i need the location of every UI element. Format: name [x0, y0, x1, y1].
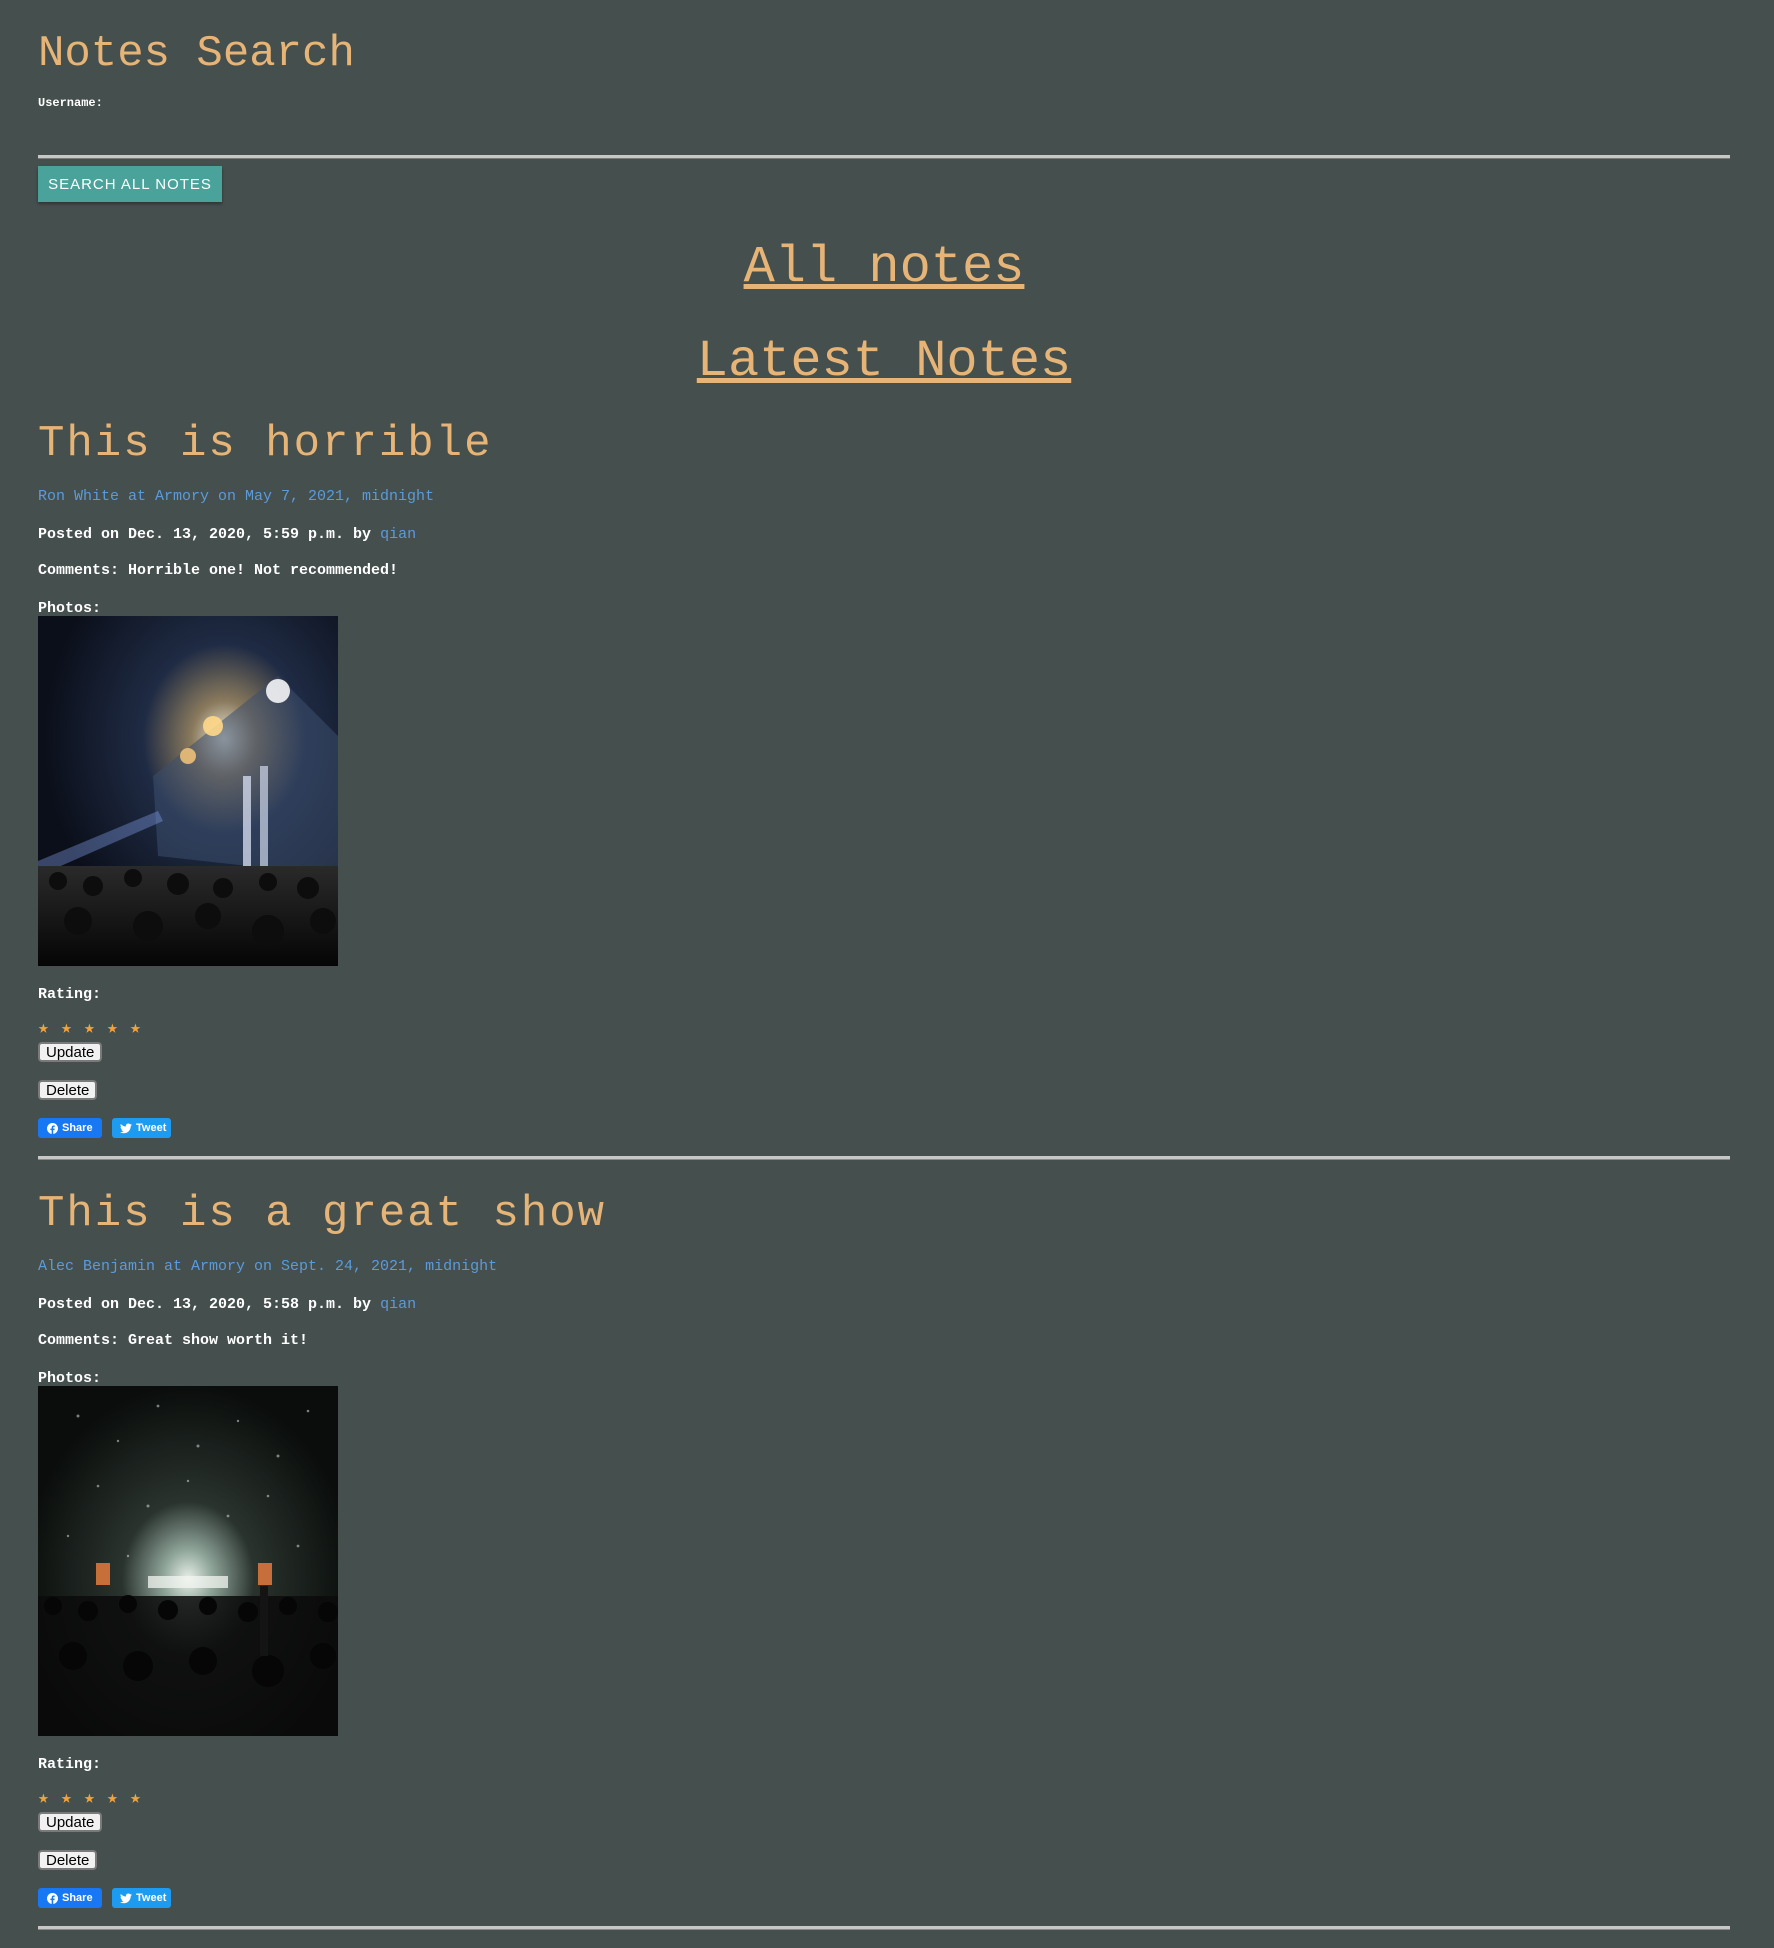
rating-stars: ★ ★ ★ ★ ★ — [38, 1020, 147, 1038]
posted-text: Posted on Dec. 13, 2020, 5:59 p.m. by — [38, 526, 372, 543]
tweet-label: Tweet — [136, 1892, 167, 1904]
concert-photo — [38, 616, 338, 966]
facebook-icon — [46, 1122, 58, 1134]
event-link[interactable]: Ron White at Armory on May 7, 2021, midn… — [38, 488, 434, 505]
facebook-share-button[interactable]: Share — [38, 1118, 102, 1138]
comments-text: Comments: Great show worth it! — [38, 1332, 309, 1349]
note-divider — [38, 1156, 1730, 1160]
star-icon: ★ — [130, 1789, 141, 1809]
posted-text: Posted on Dec. 13, 2020, 5:58 p.m. by — [38, 1296, 372, 1313]
note-title: This is horrible — [38, 419, 493, 469]
star-icon: ★ — [130, 1019, 141, 1039]
share-label: Share — [62, 1892, 93, 1904]
posted-line: Posted on Dec. 13, 2020, 5:58 p.m. by qi… — [38, 1296, 416, 1313]
star-icon: ★ — [84, 1019, 95, 1039]
delete-button[interactable]: Delete — [38, 1850, 98, 1870]
note-title: This is a great show — [38, 1189, 607, 1239]
facebook-icon — [46, 1892, 58, 1904]
tweet-button[interactable]: Tweet — [112, 1118, 171, 1138]
star-icon: ★ — [61, 1789, 72, 1809]
star-icon: ★ — [84, 1789, 95, 1809]
all-notes-link[interactable]: All notes — [38, 238, 1730, 298]
note-divider — [38, 1926, 1730, 1930]
update-button[interactable]: Update — [38, 1042, 103, 1062]
tweet-label: Tweet — [136, 1122, 167, 1134]
star-icon: ★ — [38, 1789, 49, 1809]
rating-label: Rating: — [38, 1756, 102, 1773]
update-button[interactable]: Update — [38, 1812, 103, 1832]
page-title: Notes Search — [38, 29, 355, 79]
star-icon: ★ — [38, 1019, 49, 1039]
delete-button[interactable]: Delete — [38, 1080, 98, 1100]
twitter-icon — [120, 1122, 132, 1134]
star-icon: ★ — [107, 1019, 118, 1039]
latest-notes-link[interactable]: Latest Notes — [38, 332, 1730, 392]
user-link[interactable]: qian — [380, 1296, 416, 1313]
search-all-notes-button[interactable]: SEARCH ALL NOTES — [38, 166, 222, 202]
tweet-button[interactable]: Tweet — [112, 1888, 171, 1908]
twitter-icon — [120, 1892, 132, 1904]
social-buttons: Share Tweet — [38, 1888, 171, 1908]
posted-line: Posted on Dec. 13, 2020, 5:59 p.m. by qi… — [38, 526, 416, 543]
event-link[interactable]: Alec Benjamin at Armory on Sept. 24, 202… — [38, 1258, 497, 1275]
comments-text: Comments: Horrible one! Not recommended! — [38, 562, 399, 579]
share-label: Share — [62, 1122, 93, 1134]
star-icon: ★ — [61, 1019, 72, 1039]
social-buttons: Share Tweet — [38, 1118, 171, 1138]
photos-label: Photos: — [38, 1370, 102, 1387]
username-label: Username: — [38, 96, 103, 110]
photos-label: Photos: — [38, 600, 102, 617]
facebook-share-button[interactable]: Share — [38, 1888, 102, 1908]
star-icon: ★ — [107, 1789, 118, 1809]
concert-photo — [38, 1386, 338, 1736]
rating-stars: ★ ★ ★ ★ ★ — [38, 1790, 147, 1808]
user-link[interactable]: qian — [380, 526, 416, 543]
rating-label: Rating: — [38, 986, 102, 1003]
divider — [38, 155, 1730, 159]
